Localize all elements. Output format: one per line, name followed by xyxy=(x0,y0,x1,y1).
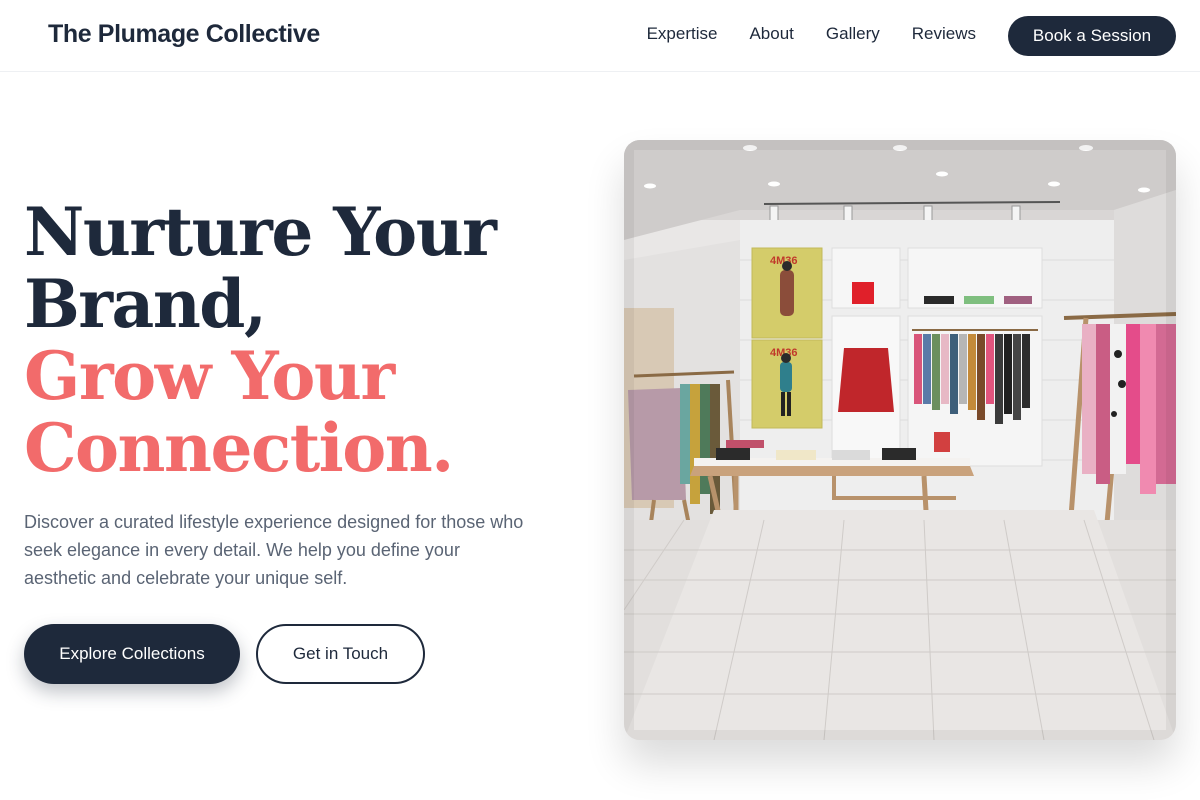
headline-line-1: Nurture Your xyxy=(24,193,497,271)
site-header: The Plumage Collective Expertise About G… xyxy=(0,0,1200,72)
get-in-touch-button[interactable]: Get in Touch xyxy=(256,624,425,684)
headline-line-2: Brand, xyxy=(24,265,267,343)
nav-link-about[interactable]: About xyxy=(749,24,793,44)
nav-link-expertise[interactable]: Expertise xyxy=(647,24,718,44)
boutique-illustration: 4M36 4M36 xyxy=(624,140,1176,740)
brand-logo[interactable]: The Plumage Collective xyxy=(48,20,320,49)
book-session-button[interactable]: Book a Session xyxy=(1008,16,1176,56)
nav-link-gallery[interactable]: Gallery xyxy=(826,24,880,44)
hero-headline: Nurture Your Brand, Grow Your Connection… xyxy=(24,193,497,487)
nav-link-reviews[interactable]: Reviews xyxy=(912,24,976,44)
headline-line-3: Grow Your xyxy=(24,337,395,415)
main-nav: Expertise About Gallery Reviews xyxy=(647,24,976,44)
hero-description: Discover a curated lifestyle experience … xyxy=(24,512,524,588)
explore-collections-button[interactable]: Explore Collections xyxy=(24,624,240,684)
headline-line-4: Connection. xyxy=(24,409,454,487)
boutique-interior-image: 4M36 4M36 xyxy=(624,140,1176,740)
